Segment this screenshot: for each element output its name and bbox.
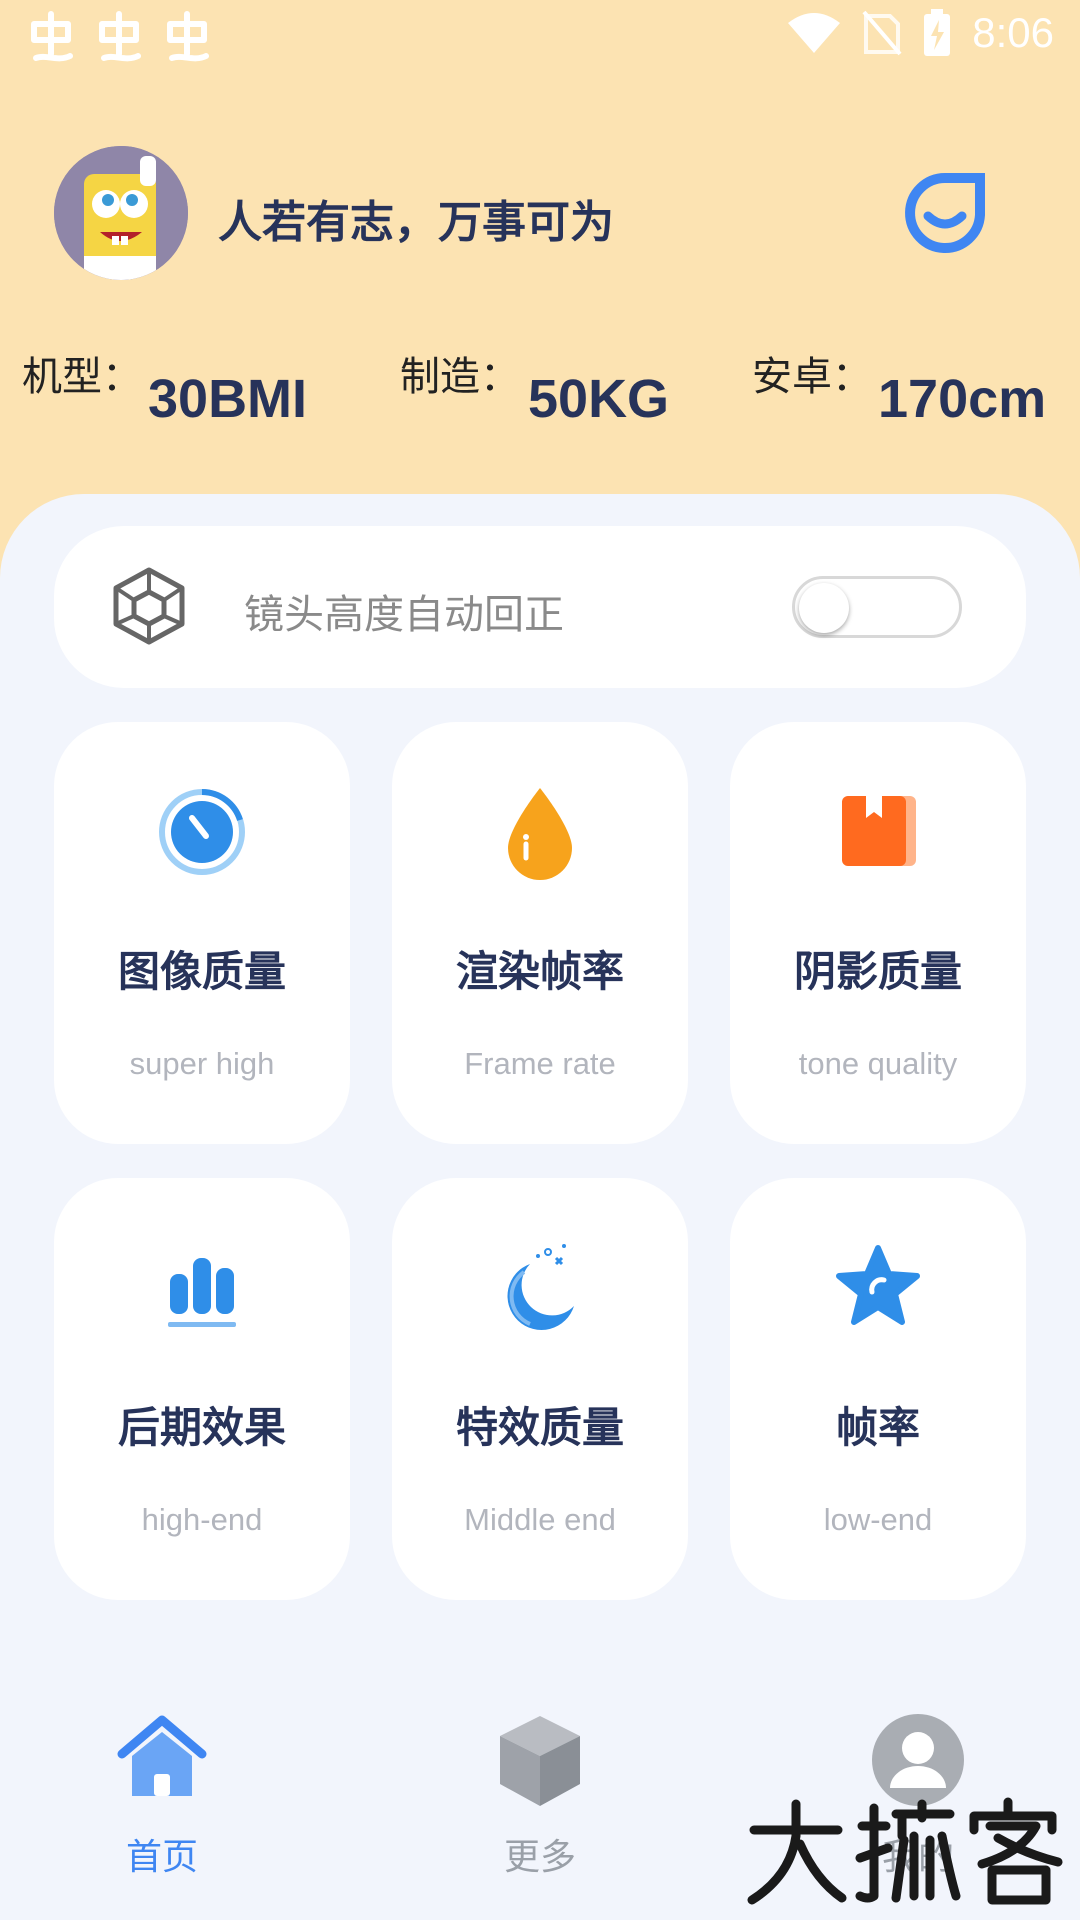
status-notifications [26,10,212,66]
avatar[interactable] [54,146,188,280]
drop-icon [508,788,572,880]
tile-title: 特效质量 [455,1403,624,1452]
stat-label-android: 安卓： [752,354,872,400]
gauge-icon [159,789,245,875]
watermark-logo [747,1797,1063,1905]
tile-subtitle: tone quality [798,1046,958,1081]
auto-correct-label: 镜头高度自动回正 [244,592,564,638]
avatar-image [54,146,188,280]
tile-subtitle: Middle end [464,1502,616,1537]
battery-charging-icon [924,9,951,56]
moon-icon [507,1244,574,1330]
tile-frame-rate-low[interactable]: 帧率 low-end [730,1178,1026,1600]
auto-correct-switch[interactable] [792,576,962,638]
star-icon [836,1245,920,1325]
motto-text: 人若有志，万事可为 [218,197,614,248]
notification-glyph-icon [31,11,73,62]
notification-glyph-icon [167,11,209,62]
no-sim-icon [862,10,902,56]
tile-subtitle: high-end [141,1502,263,1537]
wifi-icon [788,13,841,53]
tile-effects-quality[interactable]: 特效质量 Middle end [392,1178,688,1600]
tile-subtitle: super high [129,1046,275,1081]
tile-title: 阴影质量 [793,947,962,996]
smile-logo-icon[interactable] [900,170,990,260]
status-bar: 8:06 [0,0,1080,80]
tile-image-quality[interactable]: 图像质量 super high [54,722,350,1144]
nav-label-home: 首页 [125,1837,198,1878]
stat-value-android: 170cm [878,369,1047,429]
tile-subtitle: low-end [823,1502,933,1537]
cube-outline-icon [113,567,185,645]
tile-title: 后期效果 [117,1403,286,1452]
home-icon [117,1715,207,1796]
nav-label-more: 更多 [503,1837,576,1878]
tile-title: 帧率 [835,1403,920,1452]
switch-knob[interactable] [799,583,849,633]
bar-chart-icon [168,1258,236,1327]
notification-glyph-icon [99,11,141,62]
stat-value-make: 50KG [528,369,670,429]
tile-title: 渲染帧率 [455,947,624,996]
nav-home[interactable]: 首页 [62,1700,262,1880]
book-icon [842,796,916,866]
status-time: 8:06 [972,9,1054,56]
tile-frame-rate[interactable]: 渲染帧率 Frame rate [392,722,688,1144]
tile-subtitle: Frame rate [464,1046,616,1081]
stat-value-model: 30BMI [148,369,308,429]
cube-icon [500,1716,580,1806]
user-icon [872,1714,964,1806]
stat-label-model: 机型： [22,354,142,400]
nav-more[interactable]: 更多 [440,1700,640,1880]
tile-shadow-quality[interactable]: 阴影质量 tone quality [730,722,1026,1144]
tile-post-effects[interactable]: 后期效果 high-end [54,1178,350,1600]
stat-label-make: 制造： [400,354,520,400]
tile-title: 图像质量 [117,947,286,996]
